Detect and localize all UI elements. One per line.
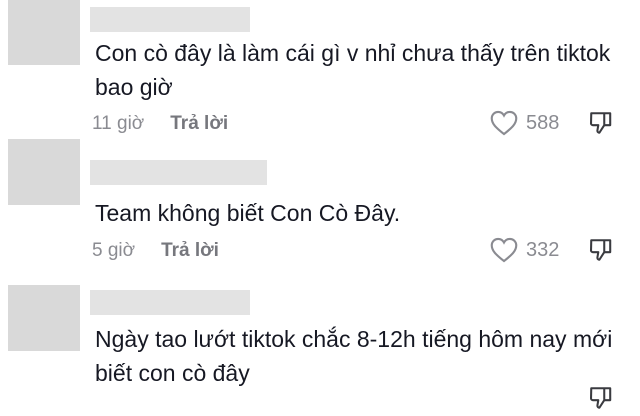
username-placeholder[interactable] <box>90 7 250 32</box>
comment-time: 11 giờ <box>92 113 145 134</box>
like-count: 588 <box>526 111 560 134</box>
like-count: 332 <box>526 238 560 261</box>
dislike-button[interactable] <box>587 237 615 268</box>
like-button[interactable]: 588 <box>490 110 559 136</box>
avatar[interactable] <box>8 0 80 65</box>
like-button[interactable]: 332 <box>490 237 559 263</box>
comment-text: Con cò đây là làm cái gì v nhỉ chưa thấy… <box>95 40 611 100</box>
comment-meta: 11 giờ Trả lời <box>92 113 228 135</box>
comment-text: Ngày tao lướt tiktok chắc 8-12h tiếng hô… <box>95 326 613 386</box>
comment-meta: 5 giờ Trả lời <box>92 240 219 262</box>
dislike-button[interactable] <box>587 385 615 416</box>
avatar[interactable] <box>8 285 80 351</box>
reply-button[interactable]: Trả lời <box>161 240 219 262</box>
username-placeholder[interactable] <box>90 290 250 315</box>
thumbs-down-icon <box>587 387 615 415</box>
username-placeholder[interactable] <box>90 160 267 185</box>
thumbs-down-icon <box>587 112 615 140</box>
avatar[interactable] <box>8 139 80 205</box>
comment-text: Team không biết Con Cò Đây. <box>95 200 401 226</box>
reply-button[interactable]: Trả lời <box>170 113 228 135</box>
thumbs-down-icon <box>587 239 615 267</box>
heart-icon <box>490 237 518 263</box>
dislike-button[interactable] <box>587 110 615 141</box>
heart-icon <box>490 110 518 136</box>
comment-time: 5 giờ <box>92 240 136 261</box>
